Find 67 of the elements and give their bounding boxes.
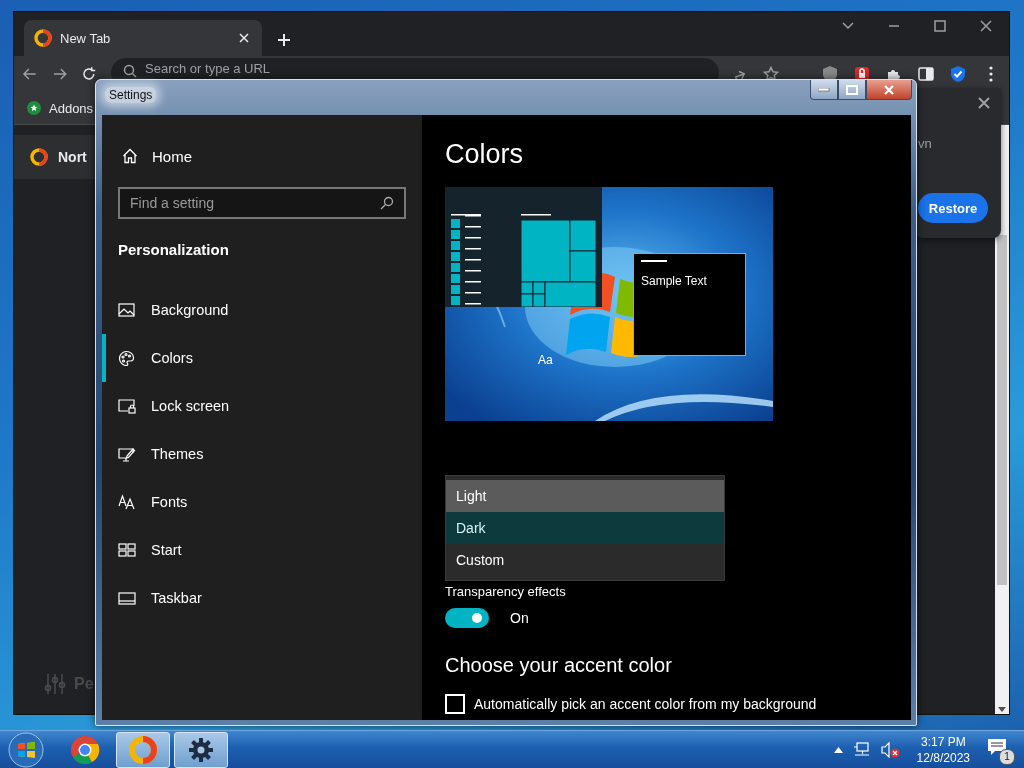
dropdown-option[interactable]: Light xyxy=(446,480,724,512)
minimize-button[interactable] xyxy=(810,80,838,100)
checkbox[interactable] xyxy=(445,694,465,714)
font-icon xyxy=(118,494,136,510)
palette-icon xyxy=(118,350,136,366)
reload-icon[interactable] xyxy=(81,66,98,82)
image-icon xyxy=(118,302,136,318)
bookmark-link[interactable]: Addons xyxy=(27,100,94,116)
down-arrow-icon[interactable] xyxy=(998,707,1006,712)
browser-icon xyxy=(70,734,100,765)
forward-icon[interactable] xyxy=(51,66,68,82)
nav-item[interactable]: Colors xyxy=(102,334,406,382)
shield-check-icon[interactable] xyxy=(949,65,967,83)
nav-item[interactable]: Lock screen xyxy=(102,382,406,430)
sidebar-icon[interactable] xyxy=(917,65,935,83)
show-hidden-icons-icon[interactable] xyxy=(833,746,843,753)
home-link[interactable]: Home xyxy=(118,143,406,169)
scrollbar[interactable] xyxy=(995,125,1009,714)
close-icon[interactable] xyxy=(977,96,991,110)
close-button[interactable] xyxy=(866,80,912,100)
tile-label: Aa xyxy=(538,353,553,367)
ring-icon xyxy=(128,734,158,765)
checkbox-label: Automatically pick an accent color from my background xyxy=(474,696,817,712)
nav-item[interactable]: Taskbar xyxy=(102,574,406,622)
list-item-label: Nort xyxy=(58,149,87,165)
search-icon[interactable] xyxy=(123,64,138,78)
setting-label: Transparency effects xyxy=(445,584,567,600)
toggle-state-label: On xyxy=(510,610,529,626)
app-icon xyxy=(30,148,48,166)
sliders-icon xyxy=(44,672,66,696)
back-icon[interactable] xyxy=(22,66,38,82)
section-heading: Choose your accent color xyxy=(445,654,673,678)
sample-text: Sample Text xyxy=(641,274,707,288)
taskbar-button[interactable] xyxy=(174,731,228,768)
clock-time: 3:17 PM xyxy=(920,733,966,750)
star-badge-icon xyxy=(27,101,41,115)
section-heading: Personalization xyxy=(118,241,230,260)
page-title: Colors xyxy=(445,139,525,171)
network-icon[interactable] xyxy=(852,741,871,758)
star-icon[interactable] xyxy=(763,66,779,82)
nav-item[interactable]: Fonts xyxy=(102,478,406,526)
restore-button[interactable]: Restore xyxy=(918,193,988,223)
search-icon xyxy=(380,196,394,210)
new-tab-icon[interactable] xyxy=(276,32,292,48)
dropdown-option[interactable]: Dark xyxy=(446,512,724,544)
browser-tab[interactable]: New Tab xyxy=(24,20,262,56)
popup-text: vn xyxy=(918,136,932,151)
clock-date: 12/8/2023 xyxy=(916,749,970,766)
toggle-switch[interactable] xyxy=(445,608,489,628)
maximize-button[interactable] xyxy=(838,80,866,100)
maximize-icon xyxy=(846,84,858,95)
nav-item[interactable]: Themes xyxy=(102,430,406,478)
tiles-icon xyxy=(118,542,136,558)
home-icon xyxy=(122,148,138,164)
start-button[interactable] xyxy=(8,731,44,768)
nav-item[interactable]: Background xyxy=(102,286,406,334)
lock-screen-icon xyxy=(118,398,136,414)
nav-item[interactable]: Start xyxy=(102,526,406,574)
close-icon xyxy=(883,84,895,95)
monitor-pen-icon xyxy=(118,446,136,462)
notification-badge: 1 xyxy=(999,748,1015,765)
favicon-icon xyxy=(34,29,52,47)
search-field[interactable]: Find a setting xyxy=(118,187,406,219)
window-title: Settings xyxy=(105,87,157,103)
taskbar-icon xyxy=(118,590,136,606)
speaker-muted-icon[interactable] xyxy=(880,741,901,758)
gear-icon xyxy=(187,735,215,764)
